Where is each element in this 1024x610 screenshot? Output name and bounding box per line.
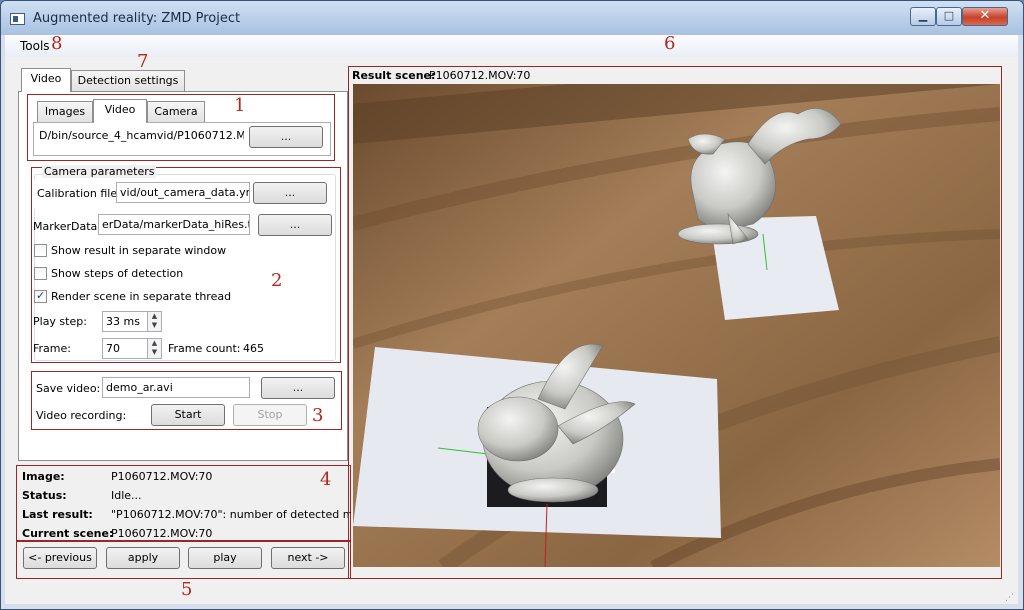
save-video-browse-button[interactable]: ...: [261, 377, 335, 399]
menu-tools[interactable]: Tools: [20, 39, 50, 53]
app-window: Augmented reality: ZMD Project ▁ □ ✕ Too…: [0, 0, 1024, 610]
resize-grip[interactable]: ⋰: [1005, 593, 1014, 603]
close-button[interactable]: ✕: [962, 7, 1008, 26]
tab-images[interactable]: Images: [37, 101, 93, 123]
annotation-5: 5: [181, 579, 193, 600]
maximize-button[interactable]: □: [936, 7, 962, 26]
play-step-spinbox[interactable]: 33 ms ▲ ▼: [102, 311, 162, 332]
result-scene-image: [353, 84, 1000, 567]
status-label: Status:: [22, 489, 67, 502]
image-label: Image:: [22, 470, 65, 483]
title-bar[interactable]: Augmented reality: ZMD Project ▁ □ ✕: [1, 1, 1023, 35]
current-scene-label: Current scene:: [22, 527, 114, 540]
video-recording-label: Video recording:: [36, 409, 127, 422]
navigation-section: <- previous apply play next ->: [16, 541, 351, 579]
separate-window-checkbox[interactable]: [34, 244, 47, 257]
stop-recording-button[interactable]: Stop: [233, 404, 307, 426]
play-step-spin-arrows[interactable]: ▲ ▼: [147, 312, 161, 331]
annotation-8: 8: [51, 33, 63, 54]
previous-button[interactable]: <- previous: [23, 547, 97, 569]
save-video-label: Save video:: [36, 382, 101, 395]
window-title: Augmented reality: ZMD Project: [33, 11, 241, 26]
source-browse-button[interactable]: ...: [249, 126, 323, 148]
last-result-value: "P1060712.MOV:70": number of detected ma…: [111, 508, 351, 521]
tab-camera[interactable]: Camera: [147, 101, 205, 123]
frame-spin-arrows[interactable]: ▲ ▼: [147, 339, 161, 358]
last-result-label: Last result:: [22, 508, 93, 521]
annotation-3: 3: [312, 405, 324, 426]
play-button[interactable]: play: [188, 547, 262, 569]
render-thread-checkbox[interactable]: [34, 289, 47, 303]
marker-data-field[interactable]: erData/markerData_hiRes.txt: [98, 214, 250, 235]
save-video-field[interactable]: demo_ar.avi: [102, 377, 250, 398]
minimize-button[interactable]: ▁: [910, 7, 936, 26]
ar-scene-render: [353, 84, 1000, 567]
annotation-6: 6: [664, 33, 676, 54]
frame-count-value: 465: [243, 342, 264, 355]
frame-count-label: Frame count:: [168, 342, 241, 355]
next-button[interactable]: next ->: [271, 547, 345, 569]
result-scene-value: P1060712.MOV:70: [429, 69, 531, 82]
start-recording-button[interactable]: Start: [151, 404, 225, 426]
annotation-4: 4: [320, 469, 332, 490]
image-value: P1060712.MOV:70: [111, 470, 213, 483]
source-path-field[interactable]: D/bin/source_4_hcamvid/P1060712.MOV: [36, 126, 244, 147]
annotation-2: 2: [271, 270, 283, 291]
apply-button[interactable]: apply: [106, 547, 180, 569]
frame-label: Frame:: [33, 342, 71, 355]
info-section: Image: P1060712.MOV:70 Status: Idle... L…: [16, 465, 351, 541]
marker-data-label: MarkerData:: [33, 220, 101, 233]
current-scene-value: P1060712.MOV:70: [111, 527, 213, 540]
save-video-section: Save video: demo_ar.avi ... Video record…: [31, 371, 342, 430]
result-scene-label: Result scene:: [352, 69, 436, 82]
status-value: Idle...: [111, 489, 142, 502]
play-step-value: 33 ms: [106, 315, 140, 328]
calibration-browse-button[interactable]: ...: [253, 182, 327, 204]
calibration-label: Calibration file:: [37, 187, 121, 200]
marker-data-browse-button[interactable]: ...: [258, 214, 332, 236]
separate-window-label: Show result in separate window: [51, 244, 227, 257]
play-step-label: Play step:: [33, 315, 87, 328]
tab-video[interactable]: Video: [21, 68, 71, 92]
show-steps-label: Show steps of detection: [51, 267, 184, 280]
annotation-7: 7: [137, 51, 149, 72]
tab-source-video[interactable]: Video: [93, 99, 147, 123]
annotation-1: 1: [234, 95, 246, 116]
frame-value: 70: [106, 342, 120, 355]
calibration-field[interactable]: vid/out_camera_data.yml: [116, 182, 250, 203]
tab-detection-settings[interactable]: Detection settings: [71, 70, 185, 92]
show-steps-checkbox[interactable]: [34, 267, 47, 280]
camera-parameters-title: Camera parameters: [42, 165, 157, 178]
menu-bar: Tools 8 6: [5, 33, 1018, 57]
camera-parameters-section: Camera parameters Calibration file: vid/…: [31, 165, 341, 363]
app-icon: [10, 13, 25, 25]
frame-spinbox[interactable]: 70 ▲ ▼: [102, 338, 162, 359]
render-thread-label: Render scene in separate thread: [51, 290, 232, 303]
source-section: Images Video Camera D/bin/source_4_hcamv…: [27, 94, 335, 161]
